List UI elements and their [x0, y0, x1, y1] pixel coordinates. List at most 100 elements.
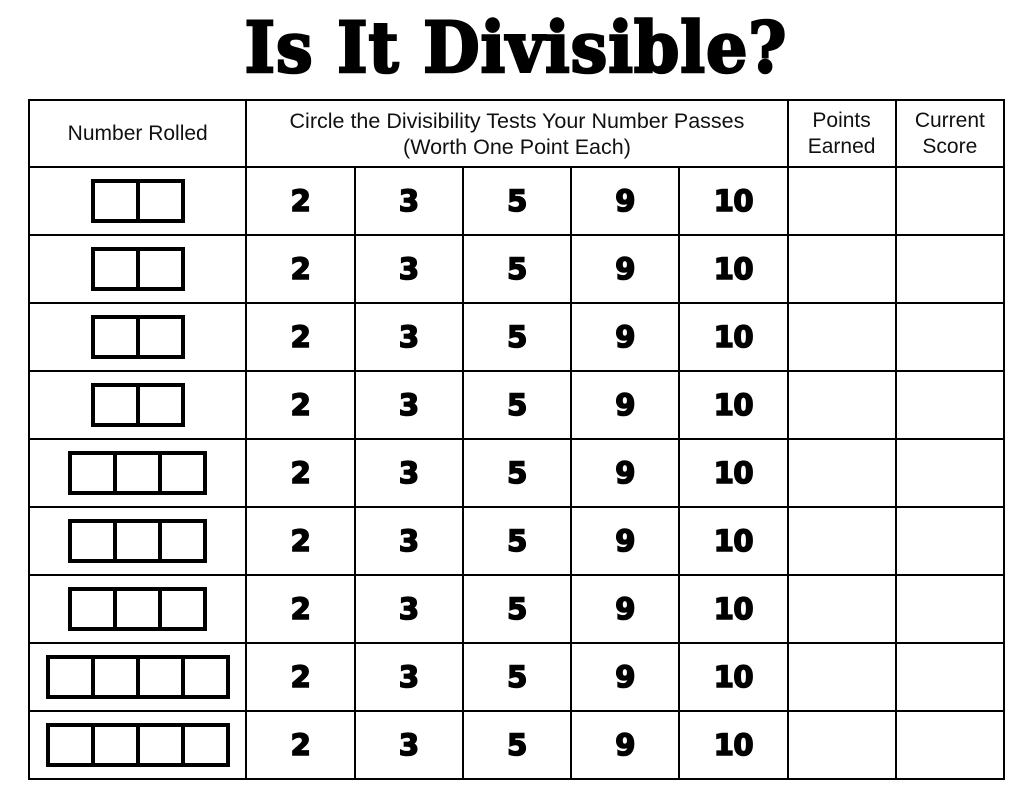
- divisibility-test-cell[interactable]: 10: [678, 166, 789, 236]
- divisibility-test-cell[interactable]: 5: [461, 166, 573, 236]
- divisibility-test-cell[interactable]: 2: [245, 234, 356, 304]
- divisibility-test-cell[interactable]: 9: [570, 642, 681, 712]
- header-current-score: Current Score: [894, 99, 1006, 168]
- points-earned-cell[interactable]: [786, 710, 897, 780]
- divisibility-test-cell[interactable]: 9: [570, 370, 681, 440]
- page-title: Is It Divisible?: [243, 6, 788, 89]
- digit-box[interactable]: [49, 726, 95, 763]
- number-rolled-cell[interactable]: [27, 642, 248, 712]
- divisibility-test-cell[interactable]: 2: [245, 710, 356, 780]
- number-rolled-cell[interactable]: [27, 506, 248, 576]
- divisibility-test-cell[interactable]: 3: [353, 370, 464, 440]
- digit-box[interactable]: [162, 590, 204, 627]
- digit-box[interactable]: [162, 522, 204, 559]
- divisibility-test-cell[interactable]: 10: [678, 710, 789, 780]
- divisibility-test-cell[interactable]: 9: [570, 438, 681, 508]
- divisibility-test-cell[interactable]: 2: [245, 642, 356, 712]
- digit-box[interactable]: [94, 182, 140, 219]
- digit-box[interactable]: [94, 318, 140, 355]
- digit-box[interactable]: [139, 182, 181, 219]
- divisibility-test-cell[interactable]: 9: [570, 234, 681, 304]
- current-score-cell[interactable]: [894, 438, 1006, 508]
- digit-box[interactable]: [94, 250, 140, 287]
- divisibility-test-cell[interactable]: 10: [678, 574, 789, 644]
- divisibility-test-cell[interactable]: 5: [461, 506, 573, 576]
- current-score-cell[interactable]: [894, 302, 1006, 372]
- number-rolled-cell[interactable]: [27, 370, 248, 440]
- digit-box[interactable]: [72, 454, 118, 491]
- digit-box[interactable]: [139, 658, 185, 695]
- divisibility-test-cell[interactable]: 5: [461, 710, 573, 780]
- divisibility-test-cell[interactable]: 5: [461, 234, 573, 304]
- digit-box[interactable]: [94, 386, 140, 423]
- divisibility-test-cell[interactable]: 2: [245, 574, 356, 644]
- divisibility-test-cell[interactable]: 9: [570, 574, 681, 644]
- current-score-cell[interactable]: [894, 642, 1006, 712]
- digit-box[interactable]: [139, 318, 181, 355]
- points-earned-cell[interactable]: [786, 574, 897, 644]
- divisibility-test-cell[interactable]: 10: [678, 642, 789, 712]
- divisibility-test-cell[interactable]: 9: [570, 710, 681, 780]
- digit-box[interactable]: [184, 726, 226, 763]
- current-score-cell[interactable]: [894, 166, 1006, 236]
- points-earned-cell[interactable]: [786, 438, 897, 508]
- divisibility-test-cell[interactable]: 9: [570, 166, 681, 236]
- number-rolled-cell[interactable]: [27, 438, 248, 508]
- number-rolled-cell[interactable]: [27, 234, 248, 304]
- divisibility-test-cell[interactable]: 5: [461, 302, 573, 372]
- digit-box[interactable]: [94, 726, 140, 763]
- divisibility-test-cell[interactable]: 5: [461, 438, 573, 508]
- number-rolled-cell[interactable]: [27, 166, 248, 236]
- divisibility-test-cell[interactable]: 2: [245, 370, 356, 440]
- digit-box[interactable]: [184, 658, 226, 695]
- divisibility-test-cell[interactable]: 3: [353, 642, 464, 712]
- digit-box[interactable]: [94, 658, 140, 695]
- divisibility-test-cell[interactable]: 3: [353, 710, 464, 780]
- current-score-cell[interactable]: [894, 574, 1006, 644]
- divisibility-test-cell[interactable]: 3: [353, 234, 464, 304]
- current-score-cell[interactable]: [894, 506, 1006, 576]
- divisibility-test-cell[interactable]: 9: [570, 302, 681, 372]
- digit-box[interactable]: [139, 726, 185, 763]
- divisibility-test-cell[interactable]: 10: [678, 506, 789, 576]
- divisibility-test-cell[interactable]: 10: [678, 234, 789, 304]
- digit-box[interactable]: [117, 454, 163, 491]
- digit-box[interactable]: [49, 658, 95, 695]
- divisibility-test-cell[interactable]: 2: [245, 506, 356, 576]
- points-earned-cell[interactable]: [786, 642, 897, 712]
- current-score-cell[interactable]: [894, 710, 1006, 780]
- current-score-cell[interactable]: [894, 370, 1006, 440]
- digit-box[interactable]: [117, 590, 163, 627]
- points-earned-cell[interactable]: [786, 370, 897, 440]
- points-earned-cell[interactable]: [786, 506, 897, 576]
- number-rolled-cell[interactable]: [27, 302, 248, 372]
- digit-box[interactable]: [139, 386, 181, 423]
- digit-box[interactable]: [72, 522, 118, 559]
- divisibility-test-cell[interactable]: 3: [353, 166, 464, 236]
- points-earned-cell[interactable]: [786, 166, 897, 236]
- divisibility-test-cell[interactable]: 5: [461, 574, 573, 644]
- points-earned-cell[interactable]: [786, 302, 897, 372]
- digit-box[interactable]: [139, 250, 181, 287]
- divisibility-test-cell[interactable]: 2: [245, 166, 356, 236]
- divisibility-test-cell[interactable]: 3: [353, 438, 464, 508]
- digit-box[interactable]: [72, 590, 118, 627]
- divisibility-test-cell[interactable]: 3: [353, 574, 464, 644]
- divisibility-test-cell[interactable]: 3: [353, 506, 464, 576]
- divisibility-test-cell[interactable]: 3: [353, 302, 464, 372]
- digit-box[interactable]: [162, 454, 204, 491]
- points-earned-cell[interactable]: [786, 234, 897, 304]
- number-rolled-cell[interactable]: [27, 710, 248, 780]
- divisibility-test-cell[interactable]: 10: [678, 302, 789, 372]
- divisibility-test-cell[interactable]: 2: [245, 438, 356, 508]
- divisibility-test-cell[interactable]: 2: [245, 302, 356, 372]
- divisibility-test-cell[interactable]: 10: [678, 370, 789, 440]
- divisibility-test-cell[interactable]: 9: [570, 506, 681, 576]
- number-rolled-cell[interactable]: [27, 574, 248, 644]
- current-score-cell[interactable]: [894, 234, 1006, 304]
- digit-box-group: [90, 382, 185, 427]
- divisibility-test-cell[interactable]: 10: [678, 438, 789, 508]
- divisibility-test-cell[interactable]: 5: [461, 642, 573, 712]
- divisibility-test-cell[interactable]: 5: [461, 370, 573, 440]
- digit-box[interactable]: [117, 522, 163, 559]
